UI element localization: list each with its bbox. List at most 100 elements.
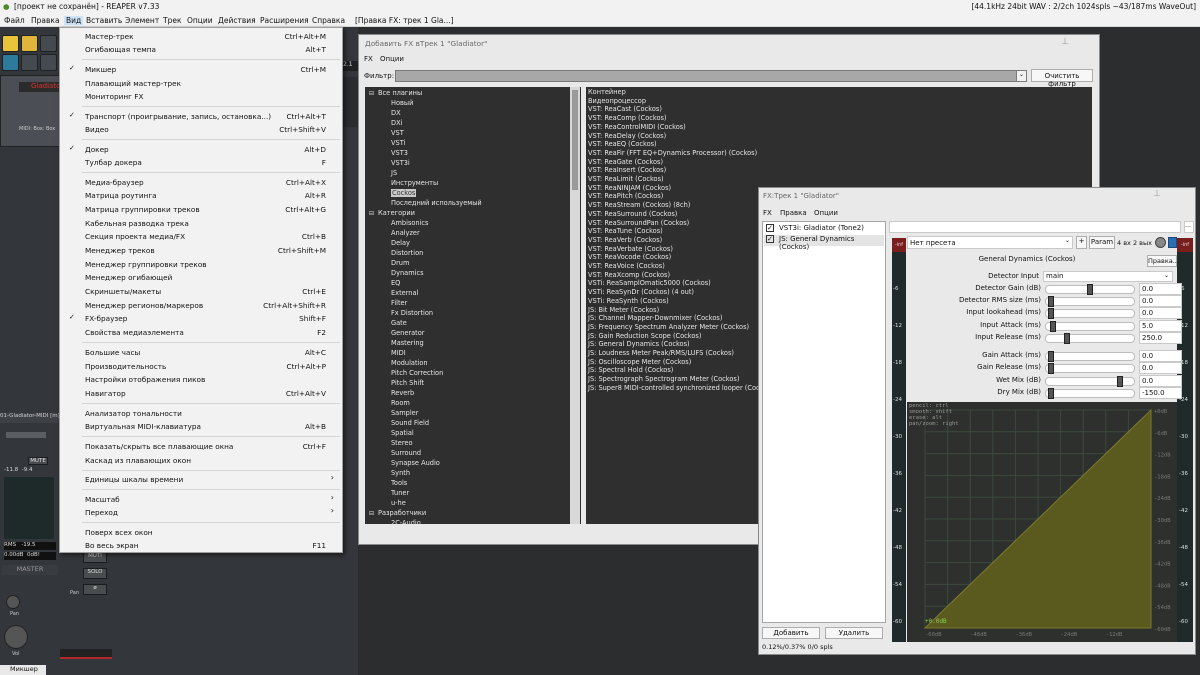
param-value-field[interactable]: 5.0 [1139,320,1182,332]
param-value-field[interactable]: 0.0 [1139,283,1182,295]
tree-item[interactable]: DX [391,109,401,117]
track-midi-input[interactable]: MIDI: Box: Box [19,126,59,134]
fx-chain-item[interactable]: ✓ VST3i: Gladiator (Tone2) [764,224,884,235]
tree-item[interactable]: JS [391,169,397,177]
mute-button[interactable]: MUTE [28,457,48,465]
view-menu-item[interactable]: Менеджер огибающей [60,271,342,284]
io-button[interactable]: 4 вх 2 вых [1117,239,1152,247]
remove-fx-button[interactable]: Удалить [825,627,883,639]
view-menu-item[interactable]: Анализатор тональности [60,407,342,420]
view-menu-item[interactable]: Свойства медиаэлемента F2 [60,326,342,339]
tree-item[interactable]: MIDI [391,349,406,357]
slider-thumb[interactable] [1050,321,1057,332]
plugin-item[interactable]: VST: ReaNINJAM (Cockos) [588,184,671,192]
new-project-icon[interactable] [2,35,19,52]
menu-track[interactable]: Трек [163,16,182,25]
tree-item[interactable]: DXi [391,119,402,127]
param-slider[interactable] [1045,284,1135,295]
tree-group[interactable]: ⊟ Разработчики [369,509,426,517]
plugin-item[interactable]: VST: ReaGate (Cockos) [588,158,663,166]
pan-knob[interactable] [6,595,20,609]
snap-icon[interactable] [40,54,57,71]
param-slider[interactable] [1045,376,1135,387]
tree-item[interactable]: Modulation [391,359,428,367]
fx-chain-search[interactable] [889,221,1181,233]
menu-actions[interactable]: Действия [218,16,256,25]
view-menu-item[interactable]: Переход › [60,506,342,519]
view-menu-item[interactable]: Настройки отображения пиков [60,373,342,386]
tree-item[interactable]: Surround [391,449,421,457]
plugin-item[interactable]: VST: ReaVerb (Cockos) [588,236,662,244]
view-menu-item[interactable]: Матрица роутинга Alt+R [60,189,342,202]
tree-item[interactable]: External [391,289,418,297]
view-menu-item[interactable]: ✓ Микшер Ctrl+M [60,63,342,76]
volume-knob[interactable] [4,625,28,649]
tree-item[interactable]: Cockos [391,189,417,197]
tree-item[interactable]: Инструменты [391,179,438,187]
tree-item[interactable]: VSTi [391,139,405,147]
view-menu-item[interactable]: Плавающий мастер-трек [60,77,342,90]
menu-extensions[interactable]: Расширения [260,16,309,25]
menu-insert[interactable]: Вставить [86,16,122,25]
tree-item[interactable]: Mastering [391,339,424,347]
tree-item[interactable]: Новый [391,99,413,107]
slider-thumb[interactable] [1047,388,1054,399]
add-fx-button[interactable]: Добавить [762,627,820,639]
param-slider[interactable] [1045,363,1135,374]
fx-chain-list[interactable]: ✓ VST3i: Gladiator (Tone2) ✓ JS: General D… [762,221,886,623]
plugin-item[interactable]: VST: ReaComp (Cockos) [588,114,667,122]
collapse-icon[interactable]: ⊟ [369,90,374,97]
tree-item[interactable]: Pitch Shift [391,379,424,387]
tree-item[interactable]: Drum [391,259,409,267]
plugin-item[interactable]: VST: ReaFir (FFT EQ+Dynamics Processor) … [588,149,757,157]
plugin-item[interactable]: VSTi: ReaSynDr (Cockos) (4 out) [588,288,694,296]
phase-button[interactable]: ø [83,584,107,595]
tree-item[interactable]: Spatial [391,429,414,437]
menu-file[interactable]: Файл [4,16,25,25]
plugin-item[interactable]: VST: ReaVocode (Cockos) [588,253,671,261]
tree-item[interactable]: Stereo [391,439,412,447]
param-value-field[interactable]: -150.0 [1139,387,1182,399]
tree-item[interactable]: Tuner [391,489,409,497]
tree-item[interactable]: Synapse Audio [391,459,440,467]
plugin-item[interactable]: VST: ReaLimit (Cockos) [588,175,664,183]
plugin-item[interactable]: JS: Spectrograph Spectrogram Meter (Cock… [588,375,739,383]
tree-item[interactable]: Distortion [391,249,423,257]
view-menu-item[interactable]: Менеджер треков Ctrl+Shift+M [60,244,342,257]
tree-item[interactable]: Fx Distortion [391,309,433,317]
chevron-down-icon[interactable]: ⌄ [1016,70,1027,82]
view-menu-item[interactable]: Масштаб › [60,493,342,506]
tree-item[interactable]: EQ [391,279,400,287]
plugin-item[interactable]: JS: Gain Reduction Scope (Cockos) [588,332,701,340]
plugin-item[interactable]: VST: ReaTune (Cockos) [588,227,663,235]
tree-item[interactable]: Generator [391,329,424,337]
view-menu-item[interactable]: Поверх всех окон [60,526,342,539]
bypass-checkbox[interactable] [1168,237,1177,248]
param-value-field[interactable]: 0.0 [1139,362,1182,374]
tree-group[interactable]: ⊟ Все плагины [369,89,422,97]
tree-item[interactable]: Filter [391,299,407,307]
view-menu-item[interactable]: Мониторинг FX [60,90,342,103]
tree-item[interactable]: Последний используемый [391,199,482,207]
plugin-item[interactable]: VST: ReaCast (Cockos) [588,105,662,113]
plugin-item[interactable]: JS: Super8 MIDI-controlled synchronized … [588,384,773,392]
tree-item[interactable]: Delay [391,239,410,247]
param-slider[interactable] [1045,308,1135,319]
menu-options[interactable]: Опции [187,16,213,25]
plugin-item[interactable]: VST: ReaVerbate (Cockos) [588,245,673,253]
param-value-field[interactable]: 0.0 [1139,307,1182,319]
check-icon[interactable]: ✓ [766,235,774,243]
view-menu-item[interactable]: Показать/скрыть все плавающие окна Ctrl+F [60,440,342,453]
tree-item[interactable]: VST [391,129,404,137]
plugin-item[interactable]: VST: ReaPitch (Cockos) [588,192,663,200]
slider-thumb[interactable] [1116,376,1123,387]
plugin-item[interactable]: VSTi: ReaSynth (Cockos) [588,297,669,305]
param-value-field[interactable]: 0.0 [1139,375,1182,387]
plugin-item[interactable]: JS: Spectral Hold (Cockos) [588,366,673,374]
view-menu-item[interactable]: Секция проекта медиа/FX Ctrl+B [60,230,342,243]
addfx-menu-fx[interactable]: FX [364,55,373,63]
plugin-item[interactable]: JS: Channel Mapper-Downmixer (Cockos) [588,314,722,322]
view-menu-item[interactable]: Большие часы Alt+C [60,346,342,359]
view-menu-item[interactable]: Каскад из плавающих окон [60,454,342,467]
plugin-item[interactable]: Видеопроцессор [588,97,646,105]
